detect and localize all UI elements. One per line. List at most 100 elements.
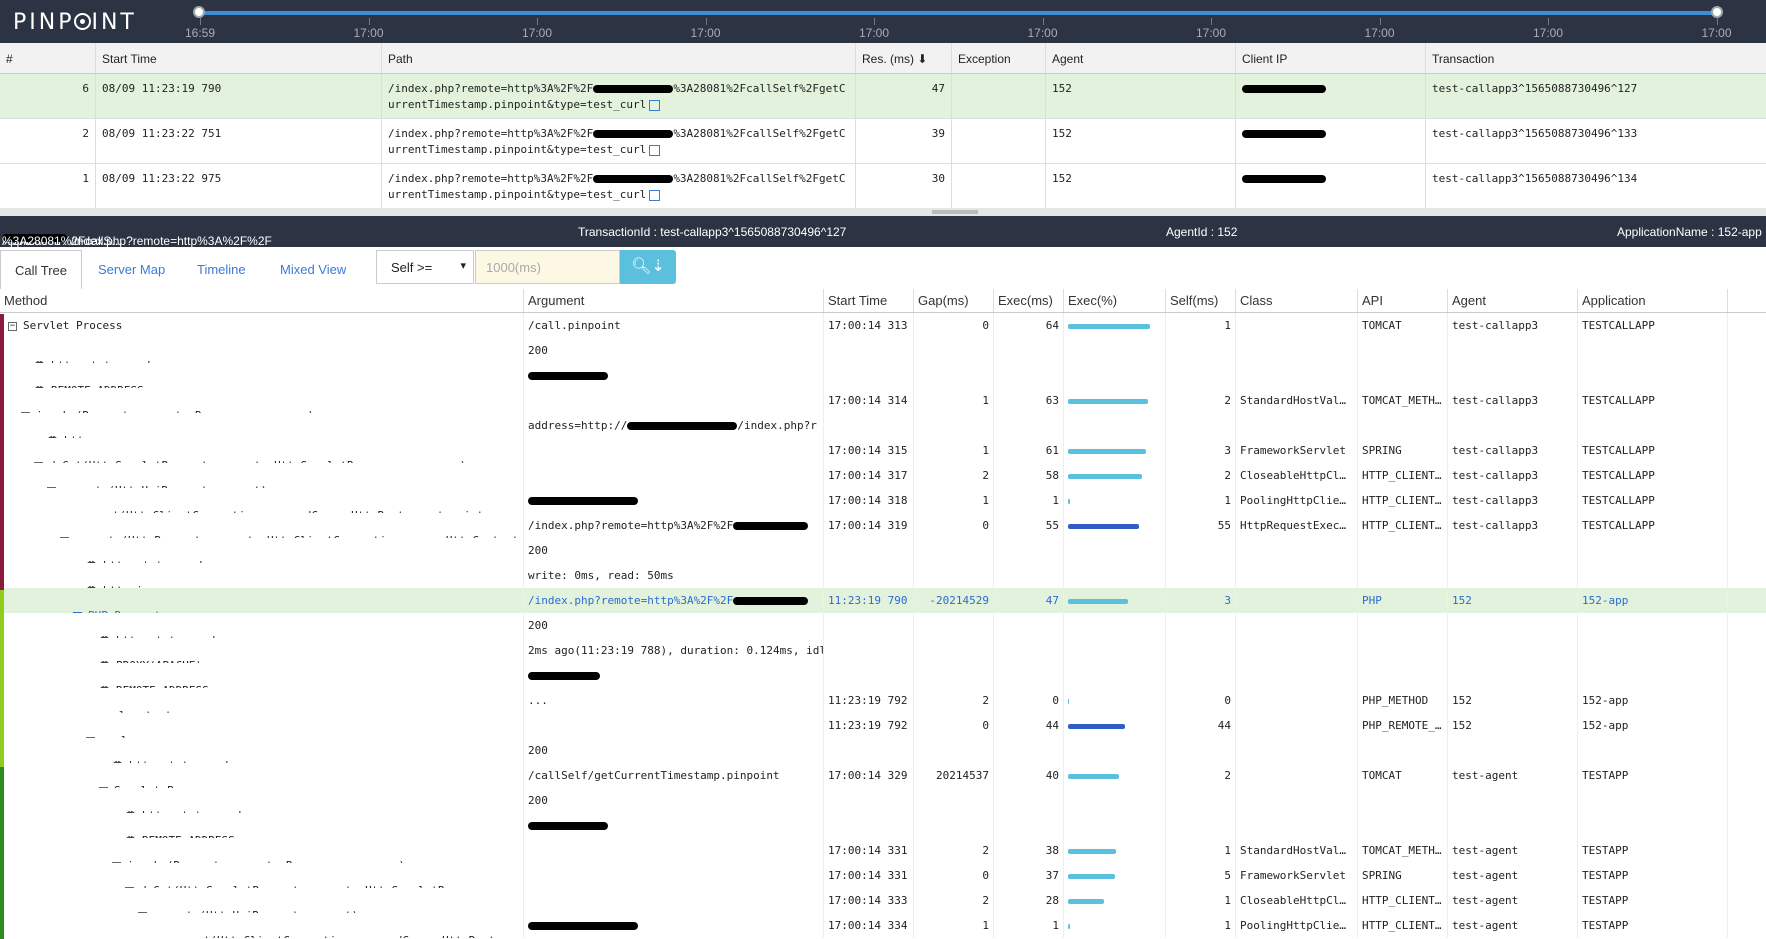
- method-cell: −Servlet Process: [0, 313, 524, 338]
- exec-percent-bar: [1068, 898, 1105, 904]
- call-tree-row[interactable]: −execute(HttpUriRequest request) 17:00:14…: [0, 463, 1766, 488]
- call-tree-row[interactable]: −invoke(Request request, Response respon…: [0, 838, 1766, 863]
- class-cell: [1236, 813, 1358, 838]
- row-start-time: 08/09 11:23:22 975: [96, 164, 382, 208]
- ct-col-exec-pct[interactable]: Exec(%): [1064, 289, 1166, 312]
- splitter-grip[interactable]: [932, 210, 978, 214]
- method-cell: connect(HttpClientConnection managedConn…: [0, 913, 524, 938]
- start-time-cell: 17:00:14 317: [824, 463, 914, 488]
- gap-cell: 0: [914, 313, 994, 338]
- panel-splitter[interactable]: [0, 208, 1766, 216]
- call-tree-row[interactable]: −PHP Request/index.php?remote=http%3A%2F…: [0, 588, 1766, 613]
- call-tree-row[interactable]: ihttp.status.code200: [0, 538, 1766, 563]
- gap-cell: [914, 813, 994, 838]
- ct-col-method[interactable]: Method: [0, 289, 524, 312]
- call-tree-row[interactable]: iPROXY(APACHE)2ms ago(11:23:19 788), dur…: [0, 638, 1766, 663]
- document-icon[interactable]: [649, 189, 661, 201]
- class-cell: PoolingHttpClie…: [1236, 488, 1358, 513]
- self-cell: 1: [1166, 838, 1236, 863]
- exec-percent-bar: [1068, 498, 1070, 504]
- col-res[interactable]: Res. (ms) ⬇: [856, 43, 952, 73]
- ct-col-application[interactable]: Application: [1578, 289, 1728, 312]
- ct-col-class[interactable]: Class: [1236, 289, 1358, 312]
- timeline-range-bar[interactable]: [200, 11, 1718, 15]
- timeline-start-handle[interactable]: [193, 6, 205, 18]
- col-num[interactable]: #: [0, 43, 96, 73]
- argument-cell: write: 0ms, read: 50ms: [524, 563, 824, 588]
- call-tree-row[interactable]: −execute(HttpRequest request, HttpClient…: [0, 513, 1766, 538]
- call-tree-row[interactable]: curl_setopt...11:23:19 792200PHP_METHOD1…: [0, 688, 1766, 713]
- class-cell: [1236, 588, 1358, 613]
- timeline-end-handle[interactable]: [1711, 6, 1723, 18]
- call-tree-row[interactable]: connect(HttpClientConnection managedConn…: [0, 488, 1766, 513]
- gap-cell: 1: [914, 488, 994, 513]
- col-exception[interactable]: Exception: [952, 43, 1046, 73]
- call-tree-row[interactable]: −invoke(Request request, Response respon…: [0, 388, 1766, 413]
- row-client-ip: [1236, 74, 1426, 118]
- application-cell: [1578, 738, 1728, 763]
- call-tree-row[interactable]: ihttp.status.code200: [0, 788, 1766, 813]
- agent-cell: [1448, 363, 1578, 388]
- tab-call-tree[interactable]: Call Tree: [0, 250, 83, 290]
- call-tree-row[interactable]: ihttp.status.code200: [0, 338, 1766, 363]
- api-cell: HTTP_CLIENT…: [1358, 913, 1448, 938]
- start-time-cell: 11:23:19 792: [824, 713, 914, 738]
- tab-server-map[interactable]: Server Map: [84, 250, 179, 290]
- argument-cell: 200: [524, 538, 824, 563]
- col-path[interactable]: Path: [382, 43, 856, 73]
- call-tree-row[interactable]: ihttp.status.code200: [0, 738, 1766, 763]
- call-tree-row[interactable]: −doGet(HttpServletRequest request, HttpS…: [0, 863, 1766, 888]
- call-tree-row[interactable]: ihttp.iowrite: 0ms, read: 50ms: [0, 563, 1766, 588]
- call-tree-row[interactable]: − Servlet Process/call.pinpoint 17:00:14 3…: [0, 313, 1766, 338]
- call-tree-row[interactable]: −Servlet Process/callSelf/getCurrentTime…: [0, 763, 1766, 788]
- col-agent[interactable]: Agent: [1046, 43, 1236, 73]
- agent-cell: test-callapp3: [1448, 438, 1578, 463]
- start-time-cell: [824, 613, 914, 638]
- agent-color-bar: [0, 767, 4, 939]
- tab-timeline[interactable]: Timeline: [183, 250, 260, 290]
- tab-mixed-view[interactable]: Mixed View: [266, 250, 360, 290]
- ms-filter-input[interactable]: 1000(ms): [475, 250, 620, 284]
- self-filter-select[interactable]: Self >=: [376, 250, 474, 284]
- document-icon[interactable]: [649, 144, 661, 156]
- call-tree-row[interactable]: ihttp.paramaddress=http:///index.php?r: [0, 413, 1766, 438]
- argument-cell: 2ms ago(11:23:19 788), duration: 0.124ms…: [524, 638, 824, 663]
- row-start-time: 08/09 11:23:19 790: [96, 74, 382, 118]
- exec-cell: [994, 613, 1064, 638]
- search-down-button[interactable]: 🔍︎⇣: [620, 250, 676, 284]
- exec-pct-cell: [1064, 813, 1166, 838]
- call-tree-row[interactable]: iREMOTE_ADDRESS: [0, 813, 1766, 838]
- call-tree-row[interactable]: −curl_exec11:23:19 79204444PHP_REMOTE_…1…: [0, 713, 1766, 738]
- class-cell: StandardHostVal…: [1236, 838, 1358, 863]
- class-cell: StandardHostVal…: [1236, 388, 1358, 413]
- call-tree-row[interactable]: ihttp.status.code200: [0, 613, 1766, 638]
- ct-col-self[interactable]: Self(ms): [1166, 289, 1236, 312]
- transaction-row[interactable]: 2 08/09 11:23:22 751/index.php?remote=htt…: [0, 119, 1766, 164]
- call-tree-row[interactable]: iREMOTE_ADDRESS: [0, 363, 1766, 388]
- col-start-time[interactable]: Start Time: [96, 43, 382, 73]
- ct-col-start-time[interactable]: Start Time: [824, 289, 914, 312]
- col-transaction[interactable]: Transaction: [1426, 43, 1766, 73]
- ct-col-exec[interactable]: Exec(ms): [994, 289, 1064, 312]
- ct-col-agent[interactable]: Agent: [1448, 289, 1578, 312]
- col-client-ip[interactable]: Client IP: [1236, 43, 1426, 73]
- ct-col-argument[interactable]: Argument: [524, 289, 824, 312]
- start-time-cell: 17:00:14 319: [824, 513, 914, 538]
- exec-pct-cell: [1064, 538, 1166, 563]
- pinpoint-logo[interactable]: PINP INT: [13, 10, 137, 35]
- collapse-toggle-icon[interactable]: −: [8, 321, 17, 331]
- ct-col-gap[interactable]: Gap(ms): [914, 289, 994, 312]
- argument-cell: [524, 663, 824, 688]
- agent-cell: test-agent: [1448, 913, 1578, 938]
- ct-col-api[interactable]: API: [1358, 289, 1448, 312]
- gap-cell: [914, 638, 994, 663]
- document-icon[interactable]: [649, 99, 661, 111]
- transaction-row[interactable]: 1 08/09 11:23:22 975/index.php?remote=htt…: [0, 164, 1766, 209]
- call-tree-row[interactable]: −doGet(HttpServletRequest request, HttpS…: [0, 438, 1766, 463]
- call-tree-row[interactable]: iREMOTE_ADDRESS: [0, 663, 1766, 688]
- exec-percent-bar: [1068, 723, 1125, 729]
- call-tree-row[interactable]: connect(HttpClientConnection managedConn…: [0, 913, 1766, 938]
- transaction-row[interactable]: 6 08/09 11:23:19 790/index.php?remote=htt…: [0, 74, 1766, 119]
- call-tree-row[interactable]: −execute(HttpUriRequest request) 17:00:14…: [0, 888, 1766, 913]
- row-agent: 152: [1046, 119, 1236, 163]
